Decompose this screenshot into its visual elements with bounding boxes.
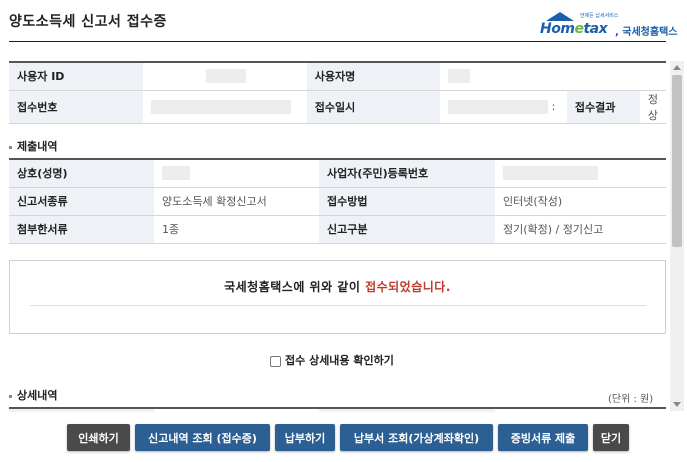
logo-wordmark: Hometax bbox=[540, 21, 608, 37]
attachment-label: 첨부한서류 bbox=[9, 215, 154, 244]
logo-tagline: 언제든 납세서비스 bbox=[580, 13, 619, 19]
detail-table bbox=[9, 407, 666, 412]
registration-number-value bbox=[495, 158, 666, 188]
user-name-value bbox=[440, 61, 666, 91]
history-button[interactable]: 신고내역 조회 (접수증) bbox=[135, 424, 270, 451]
detail-value-cell bbox=[495, 407, 666, 412]
close-button[interactable]: 닫기 bbox=[593, 424, 629, 451]
user-id-value bbox=[142, 61, 307, 91]
masked-value bbox=[205, 69, 246, 84]
notice-highlight: 접수되었습니다. bbox=[365, 280, 451, 294]
user-id-label: 사용자 ID bbox=[9, 61, 143, 91]
form-type-value: 양도소득세 확정신고서 bbox=[154, 187, 319, 216]
detail-section-label: 상세내역 bbox=[17, 389, 58, 402]
unit-label: (단위 : 원) bbox=[608, 394, 654, 405]
header: 양도소득세 신고서 접수증 언제든 납세서비스 Hometax , 국세청홈택스 bbox=[0, 0, 687, 44]
logo-word-a: Hom bbox=[540, 21, 575, 37]
content-scroll-area[interactable]: 사용자 ID 사용자명 접수번호 접수일시 : 접수결과 정상 제출내역 상호(… bbox=[0, 44, 687, 412]
detail-header-cell bbox=[9, 407, 154, 412]
method-value: 인터넷(작성) bbox=[495, 187, 666, 216]
hometax-logo: 언제든 납세서비스 Hometax , 국세청홈택스 bbox=[540, 10, 677, 40]
user-name-label: 사용자명 bbox=[306, 61, 441, 91]
confirm-detail-checkbox[interactable] bbox=[270, 355, 281, 367]
confirm-detail-toggle[interactable]: 접수 상세내용 확인하기 bbox=[270, 352, 394, 368]
header-divider bbox=[9, 41, 666, 42]
detail-header-cell bbox=[319, 407, 495, 412]
category-value: 정기(확정) / 정기신고 bbox=[495, 215, 666, 244]
receipt-notice-text: 국세청홈택스에 위와 같이 접수되었습니다. bbox=[10, 278, 665, 295]
company-name-label: 상호(성명) bbox=[9, 158, 154, 188]
scroll-down-icon[interactable] bbox=[673, 402, 681, 407]
confirm-detail-label[interactable]: 접수 상세내용 확인하기 bbox=[285, 354, 394, 367]
submission-table: 상호(성명) 사업자(주민)등록번호 신고서종류 양도소득세 확정신고서 접수방… bbox=[9, 158, 666, 244]
certificate-submit-button[interactable]: 증빙서류 제출 bbox=[498, 424, 588, 451]
table-row: 접수번호 접수일시 : 접수결과 정상 bbox=[9, 90, 666, 124]
receipt-table: 사용자 ID 사용자명 접수번호 접수일시 : 접수결과 정상 bbox=[9, 61, 666, 124]
bullet-icon bbox=[9, 394, 12, 398]
submission-section-title: 제출내역 bbox=[9, 138, 57, 154]
masked-value bbox=[448, 99, 549, 114]
table-row: 상호(성명) 사업자(주민)등록번호 bbox=[9, 158, 666, 188]
masked-value bbox=[503, 166, 598, 181]
page-title: 양도소득세 신고서 접수증 bbox=[9, 14, 167, 30]
attachment-value: 1종 bbox=[154, 215, 319, 244]
company-name-value bbox=[154, 158, 319, 188]
receipt-datetime-value: : bbox=[440, 90, 567, 124]
scrollbar-thumb[interactable] bbox=[672, 75, 682, 247]
bullet-icon bbox=[9, 145, 12, 149]
notice-prefix: 국세청홈택스에 위와 같이 bbox=[224, 280, 366, 294]
table-row: 첨부한서류 1종 신고구분 정기(확정) / 정기신고 bbox=[9, 215, 666, 244]
pay-button[interactable]: 납부하기 bbox=[275, 424, 335, 451]
masked-value bbox=[448, 69, 471, 84]
logo-word-b: tax bbox=[583, 21, 608, 37]
receipt-result-label: 접수결과 bbox=[566, 90, 640, 124]
masked-value bbox=[150, 99, 291, 114]
registration-number-label: 사업자(주민)등록번호 bbox=[319, 158, 495, 188]
category-label: 신고구분 bbox=[319, 215, 495, 244]
receipt-datetime-tail: : bbox=[551, 99, 556, 113]
receipt-notice-box: 국세청홈택스에 위와 같이 접수되었습니다. bbox=[9, 260, 666, 334]
receipt-datetime-label: 접수일시 bbox=[306, 90, 441, 124]
table-row: 사용자 ID 사용자명 bbox=[9, 61, 666, 91]
scroll-up-icon[interactable] bbox=[673, 65, 681, 70]
table-row: 신고서종류 양도소득세 확정신고서 접수방법 인터넷(작성) bbox=[9, 187, 666, 216]
logo-subtitle: , 국세청홈택스 bbox=[615, 27, 678, 38]
detail-value-cell bbox=[154, 407, 319, 412]
receipt-number-label: 접수번호 bbox=[9, 90, 143, 124]
receipt-result-value: 정상 bbox=[639, 90, 666, 124]
payment-slip-button[interactable]: 납부서 조회(가상계좌확인) bbox=[340, 424, 493, 451]
print-button[interactable]: 인쇄하기 bbox=[67, 424, 130, 451]
notice-divider bbox=[30, 305, 646, 306]
house-icon bbox=[546, 12, 574, 21]
detail-section-title: 상세내역 bbox=[9, 387, 57, 403]
vertical-scrollbar[interactable] bbox=[670, 61, 684, 411]
action-bar: 인쇄하기 신고내역 조회 (접수증) 납부하기 납부서 조회(가상계좌확인) 증… bbox=[0, 424, 687, 452]
receipt-number-value bbox=[142, 90, 307, 124]
submission-section-label: 제출내역 bbox=[17, 140, 58, 153]
form-type-label: 신고서종류 bbox=[9, 187, 154, 216]
table-row bbox=[9, 407, 666, 412]
method-label: 접수방법 bbox=[319, 187, 495, 216]
masked-value bbox=[162, 166, 190, 181]
